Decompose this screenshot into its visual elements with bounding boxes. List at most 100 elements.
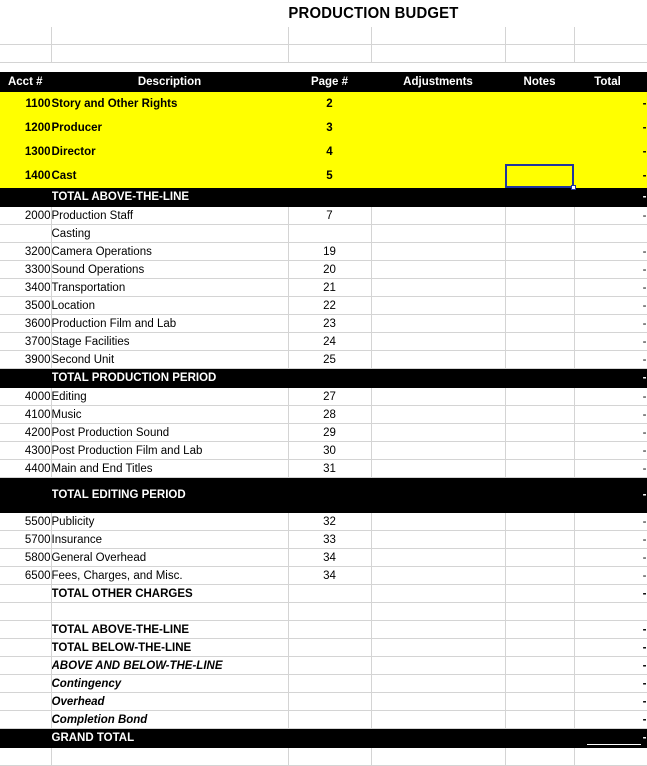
cell-total[interactable]: - bbox=[574, 91, 647, 116]
cell-total[interactable]: - bbox=[574, 350, 647, 369]
cell-notes[interactable] bbox=[505, 44, 575, 63]
cell-adjustments[interactable] bbox=[371, 91, 506, 116]
cell-description[interactable]: Overhead bbox=[51, 692, 289, 711]
cell-acct[interactable] bbox=[0, 674, 52, 693]
cell-page[interactable] bbox=[288, 187, 372, 207]
cell-notes[interactable] bbox=[505, 620, 575, 639]
cell-notes[interactable] bbox=[505, 566, 575, 585]
cell-acct[interactable] bbox=[0, 368, 52, 388]
cell-acct[interactable] bbox=[0, 224, 52, 243]
cell-notes[interactable] bbox=[505, 91, 575, 116]
cell-acct[interactable]: 3700 bbox=[0, 332, 52, 351]
cell-description[interactable]: TOTAL BELOW-THE-LINE bbox=[51, 638, 289, 657]
cell-adjustments[interactable] bbox=[371, 638, 506, 657]
cell-adjustments[interactable] bbox=[371, 224, 506, 243]
cell-page[interactable]: 20 bbox=[288, 260, 372, 279]
cell-notes[interactable] bbox=[505, 674, 575, 693]
cell-page[interactable] bbox=[288, 27, 372, 45]
cell-acct[interactable] bbox=[0, 692, 52, 711]
cell-adjustments[interactable] bbox=[371, 368, 506, 388]
cell-total[interactable]: - bbox=[574, 584, 647, 603]
cell-description[interactable]: Transportation bbox=[51, 278, 289, 297]
cell-total[interactable]: - bbox=[574, 728, 647, 748]
cell-notes[interactable] bbox=[505, 278, 575, 297]
cell-total[interactable] bbox=[574, 747, 647, 766]
cell-description[interactable]: Music bbox=[51, 405, 289, 424]
cell-notes[interactable] bbox=[505, 206, 575, 225]
cell-total[interactable]: - bbox=[574, 674, 647, 693]
cell-adjustments[interactable] bbox=[371, 477, 506, 513]
cell-notes[interactable] bbox=[505, 139, 575, 164]
cell-acct[interactable]: 1100 bbox=[0, 91, 52, 116]
cell-notes[interactable] bbox=[505, 728, 575, 748]
cell-notes[interactable] bbox=[505, 548, 575, 567]
cell-page[interactable]: 7 bbox=[288, 206, 372, 225]
cell-description[interactable]: ABOVE AND BELOW-THE-LINE bbox=[51, 656, 289, 675]
cell-adjustments[interactable] bbox=[371, 296, 506, 315]
cell-total[interactable]: - bbox=[574, 459, 647, 478]
cell-acct[interactable]: 4400 bbox=[0, 459, 52, 478]
cell-adjustments[interactable] bbox=[371, 187, 506, 207]
cell-description[interactable] bbox=[51, 602, 289, 621]
cell-notes[interactable] bbox=[505, 692, 575, 711]
cell-adjustments[interactable] bbox=[371, 459, 506, 478]
cell-notes[interactable] bbox=[505, 584, 575, 603]
cell-page[interactable]: 4 bbox=[288, 139, 372, 164]
cell-adjustments[interactable] bbox=[371, 27, 506, 45]
column-header-adjustments[interactable]: Adjustments bbox=[371, 71, 506, 92]
cell-notes[interactable] bbox=[505, 459, 575, 478]
cell-description[interactable]: TOTAL ABOVE-THE-LINE bbox=[51, 620, 289, 639]
cell-page[interactable]: 30 bbox=[288, 441, 372, 460]
cell-description[interactable]: Production Film and Lab bbox=[51, 314, 289, 333]
cell-notes[interactable] bbox=[505, 163, 575, 188]
cell-total[interactable]: - bbox=[574, 206, 647, 225]
cell-total[interactable]: - bbox=[574, 620, 647, 639]
cell-total[interactable]: - bbox=[574, 242, 647, 261]
cell-description[interactable]: Main and End Titles bbox=[51, 459, 289, 478]
cell-page[interactable]: 29 bbox=[288, 423, 372, 442]
cell-description[interactable]: TOTAL PRODUCTION PERIOD bbox=[51, 368, 289, 388]
cell-description[interactable]: Camera Operations bbox=[51, 242, 289, 261]
cell-page[interactable]: 24 bbox=[288, 332, 372, 351]
cell-total[interactable]: - bbox=[574, 187, 647, 207]
cell-description[interactable]: Producer bbox=[51, 115, 289, 140]
cell-description[interactable]: TOTAL ABOVE-THE-LINE bbox=[51, 187, 289, 207]
cell-adjustments[interactable] bbox=[371, 566, 506, 585]
cell-total[interactable]: - bbox=[574, 530, 647, 549]
cell-total[interactable] bbox=[574, 27, 647, 45]
cell-acct[interactable] bbox=[0, 710, 52, 729]
cell-adjustments[interactable] bbox=[371, 206, 506, 225]
cell-page[interactable]: 25 bbox=[288, 350, 372, 369]
column-header-total[interactable]: Total bbox=[574, 71, 647, 92]
cell-adjustments[interactable] bbox=[371, 405, 506, 424]
column-header-acct[interactable]: Acct # bbox=[0, 71, 52, 92]
cell-notes[interactable] bbox=[505, 656, 575, 675]
cell-total[interactable] bbox=[574, 602, 647, 621]
cell-page[interactable]: 3 bbox=[288, 115, 372, 140]
cell-description[interactable]: Location bbox=[51, 296, 289, 315]
cell-adjustments[interactable] bbox=[371, 387, 506, 406]
cell-adjustments[interactable] bbox=[371, 548, 506, 567]
cell-adjustments[interactable] bbox=[371, 163, 506, 188]
cell-total[interactable]: - bbox=[574, 115, 647, 140]
cell-total[interactable]: - bbox=[574, 296, 647, 315]
cell-description[interactable]: Insurance bbox=[51, 530, 289, 549]
cell-notes[interactable] bbox=[505, 747, 575, 766]
column-header-notes[interactable]: Notes bbox=[505, 71, 575, 92]
cell-description[interactable]: Cast bbox=[51, 163, 289, 188]
cell-description[interactable] bbox=[51, 747, 289, 766]
cell-description[interactable]: Post Production Sound bbox=[51, 423, 289, 442]
cell-acct[interactable]: 3600 bbox=[0, 314, 52, 333]
cell-notes[interactable] bbox=[505, 314, 575, 333]
cell-notes[interactable] bbox=[505, 260, 575, 279]
cell-acct[interactable] bbox=[0, 656, 52, 675]
cell-total[interactable]: - bbox=[574, 139, 647, 164]
cell-total[interactable]: - bbox=[574, 260, 647, 279]
cell-total[interactable] bbox=[574, 44, 647, 63]
cell-total[interactable]: - bbox=[574, 387, 647, 406]
cell-notes[interactable] bbox=[505, 296, 575, 315]
cell-page[interactable]: 33 bbox=[288, 530, 372, 549]
cell-adjustments[interactable] bbox=[371, 512, 506, 531]
cell-notes[interactable] bbox=[505, 187, 575, 207]
cell-acct[interactable] bbox=[0, 638, 52, 657]
